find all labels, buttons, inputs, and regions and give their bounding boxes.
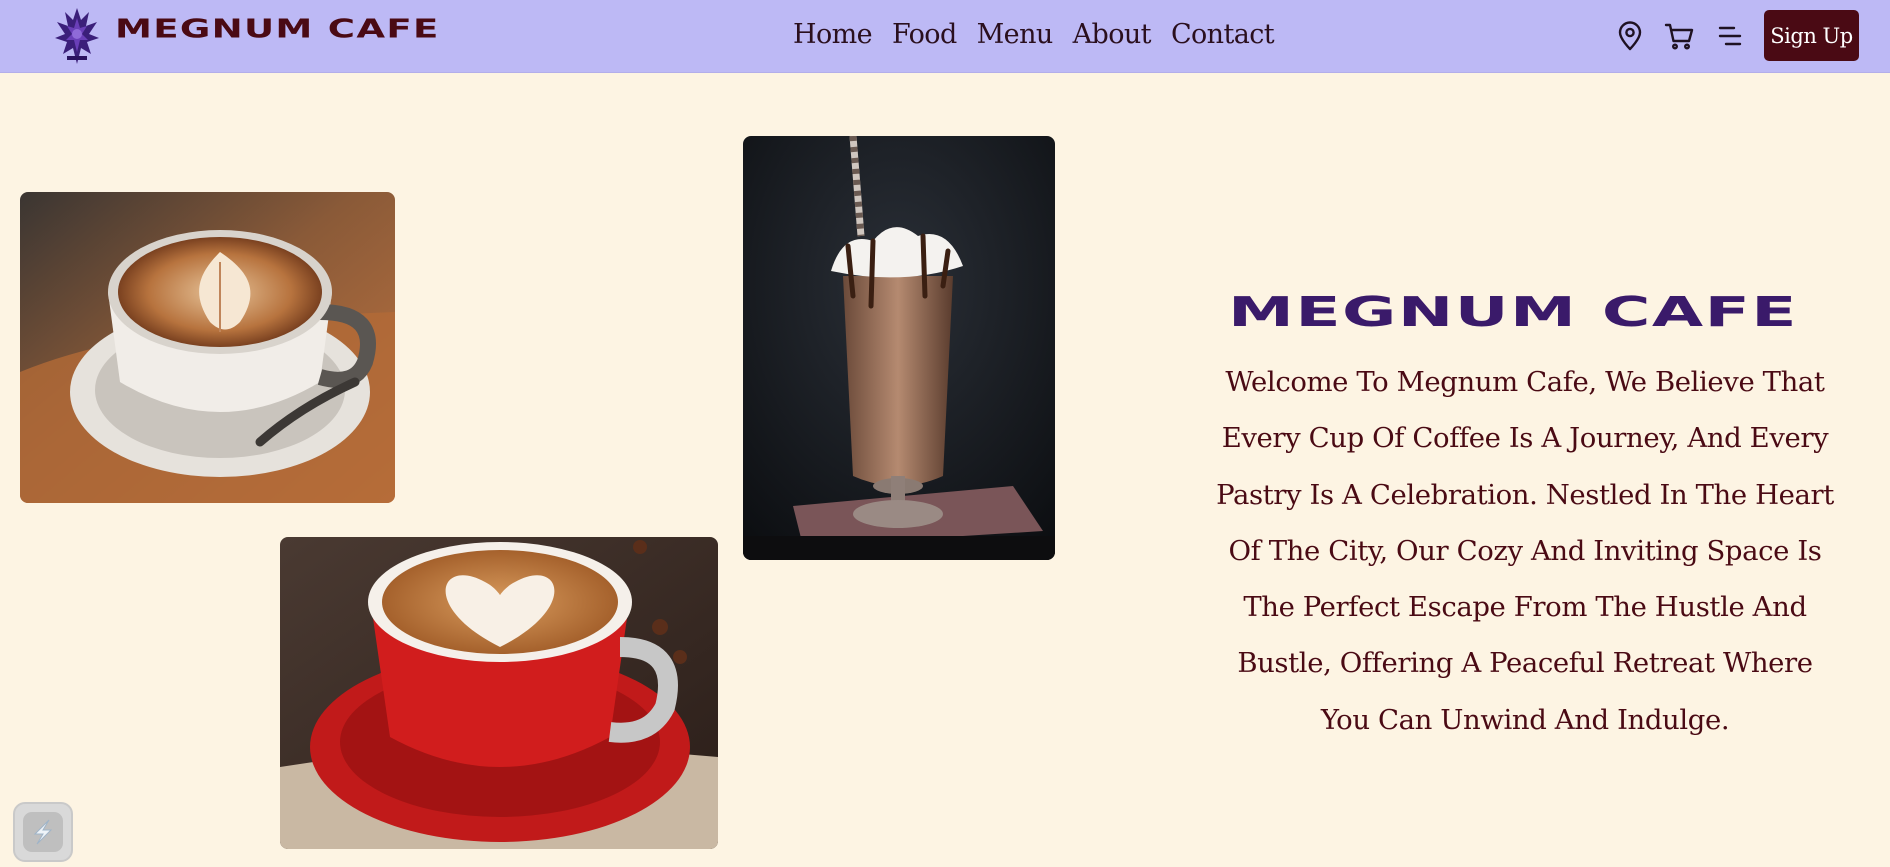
hero-description: Welcome To Megnum Cafe, We Believe That … bbox=[1216, 366, 1834, 736]
nav-link-food[interactable]: Food bbox=[892, 14, 957, 56]
widget-logo-icon bbox=[23, 812, 63, 852]
nav-link-about[interactable]: About bbox=[1073, 14, 1152, 56]
cart-icon[interactable] bbox=[1664, 20, 1696, 52]
menu-icon[interactable] bbox=[1714, 20, 1746, 52]
floating-widget-button[interactable] bbox=[13, 802, 73, 862]
navbar: MEGNUM CAFE Home Food Menu About Contact… bbox=[0, 0, 1890, 73]
chocolate-milkshake-photo bbox=[743, 136, 1055, 560]
nav-link-contact[interactable]: Contact bbox=[1171, 14, 1275, 56]
nav-links: Home Food Menu About Contact bbox=[793, 14, 1275, 56]
hero-title: MEGNUM CAFE bbox=[1228, 287, 1798, 336]
latte-art-cup-photo bbox=[20, 192, 395, 503]
phoenix-emblem-icon[interactable] bbox=[53, 4, 101, 68]
nav-link-menu[interactable]: Menu bbox=[977, 14, 1054, 56]
sign-up-button[interactable]: Sign Up bbox=[1764, 10, 1859, 61]
location-pin-icon[interactable] bbox=[1614, 20, 1646, 52]
brand-name[interactable]: MEGNUM CAFE bbox=[115, 16, 440, 42]
heart-latte-red-cup-photo bbox=[280, 537, 718, 849]
nav-link-home[interactable]: Home bbox=[793, 14, 873, 56]
